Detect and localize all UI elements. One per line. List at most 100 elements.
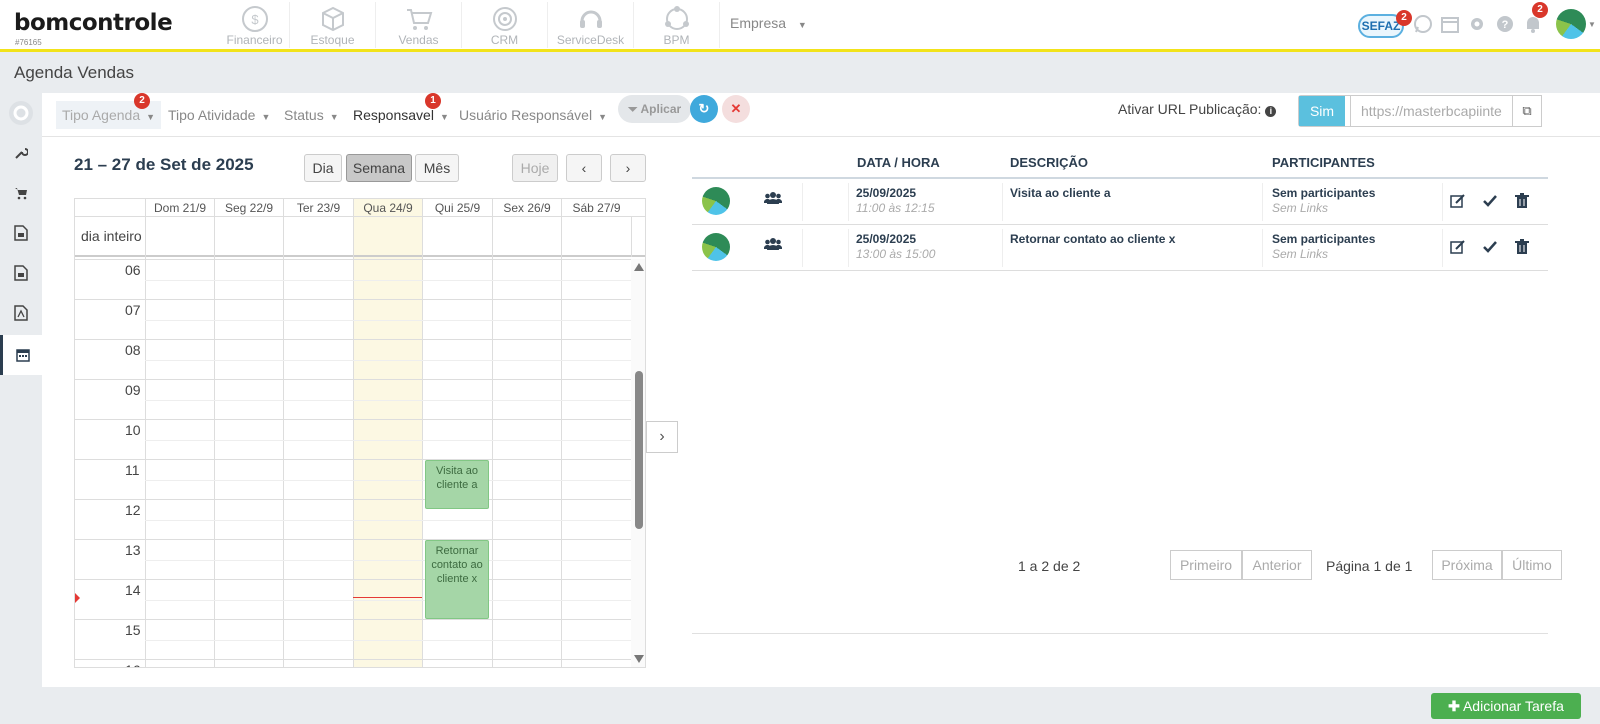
refresh-icon: ↻ [698, 101, 710, 116]
view-day-button[interactable]: Dia [304, 154, 342, 182]
col-header-date[interactable]: DATA / HORA [857, 155, 940, 170]
sidebar-item-logo[interactable] [0, 93, 42, 133]
last-page-button[interactable]: Último [1502, 550, 1562, 580]
view-week-button[interactable]: Semana [346, 154, 412, 182]
info-icon[interactable]: i [1265, 106, 1277, 117]
day-header[interactable]: Seg 22/9 [214, 199, 283, 217]
check-icon[interactable] [1482, 193, 1498, 209]
module-bpm[interactable]: BPM [634, 2, 720, 48]
half-hour-line [145, 280, 631, 281]
module-financeiro[interactable]: $ Financeiro [220, 2, 290, 48]
url-publish-toggle[interactable]: Sim [1298, 95, 1354, 127]
first-page-button[interactable]: Primeiro [1170, 550, 1242, 580]
toggle-on-label: Sim [1299, 96, 1345, 126]
hour-row: 10 [75, 419, 631, 459]
apply-label: Aplicar [640, 102, 682, 116]
filter-label: Responsavel [353, 107, 434, 123]
hour-label: 16 [125, 662, 141, 667]
empresa-label: Empresa [730, 15, 787, 31]
calendar-icon [15, 349, 30, 362]
add-task-button[interactable]: ✚ Adicionar Tarefa [1431, 693, 1581, 719]
module-crm[interactable]: CRM [462, 2, 548, 48]
whatsapp-icon[interactable] [1413, 14, 1433, 34]
col-header-participants[interactable]: PARTICIPANTES [1272, 155, 1375, 170]
box-icon [321, 6, 344, 32]
half-hour-line [145, 560, 631, 561]
expand-panel-button[interactable]: › [646, 421, 678, 453]
document-icon [14, 225, 28, 241]
publish-url-input[interactable]: https://masterbcapiinte [1350, 95, 1518, 127]
half-hour-line [145, 400, 631, 401]
day-header[interactable]: Qui 25/9 [422, 199, 492, 217]
divider [848, 229, 849, 267]
sidebar-item-cart[interactable] [0, 173, 42, 213]
caret-down-icon: ▼ [329, 112, 339, 122]
page-indicator: Página 1 de 1 [1326, 558, 1413, 574]
refresh-button[interactable]: ↻ [690, 95, 718, 123]
sidebar-item-tools[interactable] [0, 133, 42, 173]
task-list-header: DATA / HORA DESCRIÇÃO PARTICIPANTES [692, 151, 1548, 179]
calendar-event[interactable]: Retornar contato ao cliente x [425, 540, 489, 619]
sidebar-item-pdf[interactable] [0, 293, 42, 333]
calendar-event[interactable]: Visita ao cliente a [425, 460, 489, 509]
hour-label: 14 [125, 582, 141, 598]
day-header[interactable]: Sáb 27/9 [561, 199, 631, 217]
task-description[interactable]: Visita ao cliente a [1010, 186, 1111, 200]
copy-url-button[interactable]: ⧉ [1512, 95, 1542, 127]
calendar-time-grid[interactable]: 06 07 08 09 10 11 12 13 14 15 16 Visita … [75, 259, 645, 667]
task-description[interactable]: Retornar contato ao cliente x [1010, 232, 1175, 246]
task-links: Sem Links [1272, 247, 1329, 261]
caret-down-icon[interactable]: ▼ [1588, 20, 1596, 29]
day-header[interactable]: Ter 23/9 [283, 199, 353, 217]
gear-icon[interactable] [1467, 14, 1487, 34]
next-page-button[interactable]: Próxima [1432, 550, 1502, 580]
edit-icon[interactable] [1450, 239, 1466, 255]
scroll-down-icon[interactable] [634, 655, 644, 663]
dollar-circle-icon: $ [241, 6, 268, 32]
hour-row: 08 [75, 339, 631, 379]
week-calendar: Dom 21/9 Seg 22/9 Ter 23/9 Qua 24/9 Qui … [74, 198, 646, 668]
task-row[interactable]: 25/09/2025 11:00 às 12:15 Visita ao clie… [692, 179, 1548, 225]
main-panel: Tipo Agenda ▼ 2 Tipo Atividade ▼ Status ▼ R… [42, 93, 1600, 687]
clear-filter-button[interactable]: ✕ [722, 95, 750, 123]
filter-usuario-responsavel[interactable]: Usuário Responsável ▼ [453, 101, 613, 129]
module-vendas[interactable]: Vendas [376, 2, 462, 48]
filter-tipo-atividade[interactable]: Tipo Atividade ▼ [162, 101, 276, 129]
day-header[interactable]: Dom 21/9 [145, 199, 214, 217]
trash-icon[interactable] [1514, 239, 1530, 255]
sidebar-item-agenda[interactable] [0, 335, 42, 375]
calendar-scrollbar[interactable] [631, 259, 645, 667]
half-hour-line [145, 320, 631, 321]
today-button[interactable]: Hoje [512, 154, 558, 182]
circle-logo-icon [9, 101, 33, 125]
brand-logo[interactable]: bomcontrole [14, 10, 173, 36]
hour-row: 06 [75, 259, 631, 299]
filter-status[interactable]: Status ▼ [278, 101, 345, 129]
module-estoque[interactable]: Estoque [290, 2, 376, 48]
sidebar-item-document[interactable] [0, 213, 42, 253]
scroll-up-icon[interactable] [634, 263, 644, 271]
day-header[interactable]: Sex 26/9 [492, 199, 561, 217]
filter-label: Status [284, 107, 324, 123]
view-month-button[interactable]: Mês [415, 154, 459, 182]
help-icon[interactable]: ? [1495, 14, 1515, 34]
document-icon [14, 265, 28, 281]
prev-week-button[interactable]: ‹ [566, 154, 602, 182]
empresa-dropdown[interactable]: Empresa ▼ [730, 15, 807, 31]
pagination-count: 1 a 2 de 2 [1018, 558, 1081, 574]
col-header-desc[interactable]: DESCRIÇÃO [1010, 155, 1088, 170]
prev-page-button[interactable]: Anterior [1242, 550, 1312, 580]
module-servicedesk[interactable]: ServiceDesk [548, 2, 634, 48]
next-week-button[interactable]: › [610, 154, 646, 182]
calendar-icon[interactable] [1440, 14, 1460, 34]
trash-icon[interactable] [1514, 193, 1530, 209]
user-avatar[interactable] [1556, 9, 1586, 39]
hour-label: 12 [125, 502, 141, 518]
scroll-thumb[interactable] [635, 371, 643, 529]
check-icon[interactable] [1482, 239, 1498, 255]
apply-filter-button[interactable]: ⏷ Aplicar [618, 95, 692, 123]
sidebar-item-document-2[interactable] [0, 253, 42, 293]
edit-icon[interactable] [1450, 193, 1466, 209]
day-header[interactable]: Qua 24/9 [353, 199, 422, 217]
task-row[interactable]: 25/09/2025 13:00 às 15:00 Retornar conta… [692, 225, 1548, 271]
